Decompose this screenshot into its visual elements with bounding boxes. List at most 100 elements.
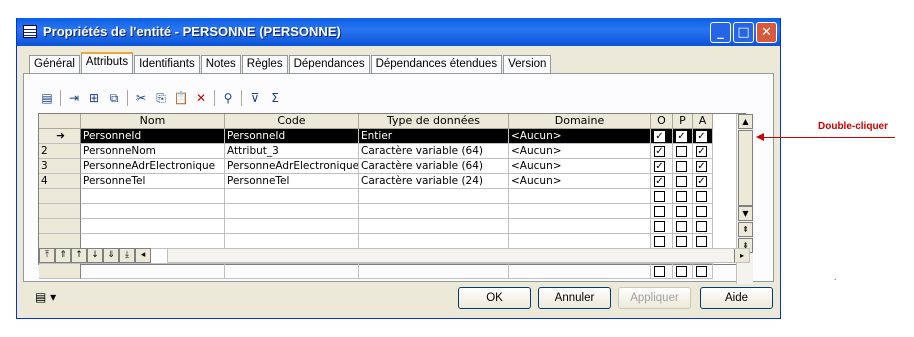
cell-type[interactable]: Caractère variable (24)	[359, 174, 509, 189]
cell-type[interactable]: Caractère variable (64)	[359, 144, 509, 159]
checkbox-o[interactable]	[654, 221, 665, 232]
empty-row[interactable]	[39, 234, 745, 249]
row-number[interactable]: 2	[39, 144, 81, 159]
checkbox-a[interactable]: ✓	[696, 176, 707, 187]
tab-5[interactable]: Dépendances	[288, 55, 370, 73]
maximize-icon[interactable]: □	[733, 22, 754, 43]
column-header[interactable]: Type de données	[359, 114, 509, 129]
cell-code[interactable]: PersonneAdrElectronique	[225, 159, 359, 174]
cell-code[interactable]: PersonneId	[225, 129, 359, 144]
insert-row-icon[interactable]: ⇥	[64, 89, 84, 107]
cell-type[interactable]	[359, 264, 509, 279]
delete-icon[interactable]: ✕	[191, 89, 211, 107]
cell-code[interactable]: PersonneTel	[225, 174, 359, 189]
paste-icon[interactable]: 📋	[171, 89, 191, 107]
cell-nom[interactable]: PersonneId	[81, 129, 225, 144]
checkbox-o[interactable]	[654, 191, 665, 202]
scroll-left-icon[interactable]: ◂	[135, 248, 151, 263]
empty-row[interactable]	[39, 204, 745, 219]
list-menu-icon[interactable]: ▤ ▾	[35, 290, 56, 304]
filter-icon[interactable]: ⊽	[245, 89, 265, 107]
cell-domaine[interactable]	[509, 219, 651, 234]
cell-domaine[interactable]: <Aucun>	[509, 159, 651, 174]
tab-2[interactable]: Identifiants	[134, 55, 200, 73]
tab-4[interactable]: Règles	[241, 55, 288, 73]
cell-code[interactable]	[225, 264, 359, 279]
checkbox-a[interactable]: ✓	[696, 131, 707, 142]
column-header[interactable]: A	[693, 114, 713, 129]
checkbox-p[interactable]	[676, 161, 687, 172]
cell-nom[interactable]	[81, 204, 225, 219]
checkbox-o[interactable]: ✓	[654, 146, 665, 157]
add-attributes-icon[interactable]: ⧉	[104, 89, 124, 107]
move-bottom-icon[interactable]: ⤓	[119, 248, 135, 263]
cell-nom[interactable]	[81, 234, 225, 249]
cell-code[interactable]: Attribut_3	[225, 144, 359, 159]
cell-nom[interactable]: PersonneNom	[81, 144, 225, 159]
properties-icon[interactable]: ▤	[37, 89, 57, 107]
cell-nom[interactable]: PersonneTel	[81, 174, 225, 189]
tab-7[interactable]: Version	[503, 55, 552, 73]
row-number[interactable]	[39, 189, 81, 204]
row-number[interactable]	[39, 234, 81, 249]
column-header[interactable]: Code	[225, 114, 359, 129]
cell-nom[interactable]	[81, 189, 225, 204]
checkbox-p[interactable]	[676, 206, 687, 217]
checkbox-p[interactable]	[676, 146, 687, 157]
row-number[interactable]	[39, 264, 81, 279]
column-header[interactable]: P	[673, 114, 693, 129]
tab-0[interactable]: Général	[29, 55, 80, 73]
tab-1[interactable]: Attributs	[80, 52, 134, 73]
checkbox-a[interactable]	[696, 221, 707, 232]
scroll-down-icon[interactable]: ▼	[738, 206, 753, 221]
move-page-down-icon[interactable]: ⇓	[103, 248, 119, 263]
scroll-up-icon[interactable]: ▲	[738, 114, 753, 129]
cell-type[interactable]	[359, 219, 509, 234]
column-header[interactable]: O	[651, 114, 673, 129]
scroll-right-icon[interactable]: ▸	[734, 249, 749, 262]
empty-row[interactable]	[39, 189, 745, 204]
scroll-page-up-icon[interactable]: ⇞	[738, 222, 753, 237]
table-row[interactable]: ➜ PersonneId PersonneId Entier <Aucun> ✓ ✓ ✓	[39, 129, 745, 144]
clear-filter-icon[interactable]: Σ	[265, 89, 285, 107]
current-row-arrow-icon[interactable]: ➜	[39, 129, 81, 144]
title-bar[interactable]: Propriétés de l'entité - PERSONNE (PERSO…	[17, 18, 780, 46]
row-number[interactable]	[39, 204, 81, 219]
move-top-icon[interactable]: ⤒	[39, 248, 55, 263]
checkbox-p[interactable]	[676, 176, 687, 187]
move-up-icon[interactable]: ↑	[71, 248, 87, 263]
checkbox-p[interactable]	[676, 221, 687, 232]
cell-nom[interactable]: PersonneAdrElectronique	[81, 159, 225, 174]
move-page-up-icon[interactable]: ⇑	[55, 248, 71, 263]
cell-type[interactable]: Entier	[359, 129, 509, 144]
cell-nom[interactable]	[81, 264, 225, 279]
cell-code[interactable]	[225, 219, 359, 234]
empty-row[interactable]	[39, 264, 745, 279]
horizontal-scrollbar[interactable]: ▸	[167, 248, 750, 263]
checkbox-a[interactable]	[696, 191, 707, 202]
checkbox-o[interactable]: ✓	[654, 131, 665, 142]
cell-code[interactable]	[225, 189, 359, 204]
attributes-grid[interactable]: Nom Code Type de données Domaine O P A ➜ Personn…	[38, 113, 746, 279]
checkbox-o[interactable]	[654, 266, 665, 277]
checkbox-o[interactable]	[654, 236, 665, 247]
cell-domaine[interactable]	[509, 234, 651, 249]
close-icon[interactable]: ✕	[756, 22, 777, 43]
table-row[interactable]: 2 PersonneNom Attribut_3 Caractère variable…	[39, 144, 745, 159]
cut-icon[interactable]: ✂	[131, 89, 151, 107]
table-row[interactable]: 4 PersonneTel PersonneTel Caractère variabl…	[39, 174, 745, 189]
checkbox-a[interactable]	[696, 206, 707, 217]
column-header[interactable]: Domaine	[509, 114, 651, 129]
copy-icon[interactable]: ⎘	[151, 89, 171, 107]
minimize-icon[interactable]: _	[710, 22, 731, 43]
apply-button[interactable]: Appliquer	[618, 287, 691, 309]
row-number[interactable]	[39, 219, 81, 234]
cell-nom[interactable]	[81, 219, 225, 234]
checkbox-a[interactable]	[696, 236, 707, 247]
row-number[interactable]: 4	[39, 174, 81, 189]
cell-type[interactable]: Caractère variable (64)	[359, 159, 509, 174]
checkbox-a[interactable]	[696, 266, 707, 277]
checkbox-o[interactable]	[654, 206, 665, 217]
ok-button[interactable]: OK	[458, 287, 531, 309]
checkbox-p[interactable]	[676, 191, 687, 202]
